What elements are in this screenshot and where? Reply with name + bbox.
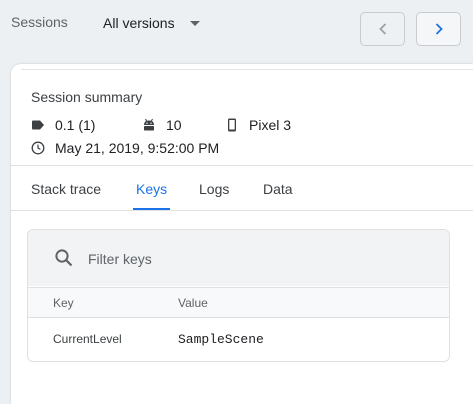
chevron-left-icon: [378, 22, 388, 36]
table-row: CurrentLevel SampleScene: [28, 318, 449, 361]
version-dropdown[interactable]: All versions: [103, 12, 200, 34]
value-column-header: Value: [178, 296, 208, 310]
clock-icon: [31, 141, 45, 155]
keys-table: Key Value CurrentLevel SampleScene: [27, 229, 450, 362]
caret-down-icon: [189, 21, 200, 26]
search-icon: [54, 248, 74, 273]
version-dropdown-value: All versions: [103, 15, 175, 31]
previous-session-button[interactable]: [360, 12, 405, 46]
session-timestamp-value: May 21, 2019, 9:52:00 PM: [55, 140, 220, 156]
key-column-header: Key: [53, 296, 74, 310]
table-header: Key Value: [28, 287, 449, 318]
divider: [11, 210, 473, 211]
session-card: Session summary 0.1 (1) 10 Pixel 3 May 2…: [11, 64, 473, 404]
key-cell: CurrentLevel: [53, 332, 122, 346]
android-version-value: 10: [166, 117, 182, 133]
session-tabs: Stack trace Keys Logs Data: [11, 166, 473, 210]
value-cell: SampleScene: [178, 332, 264, 347]
next-session-button[interactable]: [416, 12, 461, 46]
app-version: 0.1 (1): [31, 117, 95, 133]
filter-bar: [28, 230, 449, 286]
tab-stack-trace[interactable]: Stack trace: [31, 181, 101, 197]
card-divider: [21, 69, 473, 70]
tab-data[interactable]: Data: [263, 181, 293, 197]
device-model: Pixel 3: [225, 117, 291, 133]
device-model-value: Pixel 3: [249, 117, 292, 133]
chevron-right-icon: [434, 22, 444, 36]
label-tag-icon: [31, 118, 45, 132]
tab-keys[interactable]: Keys: [136, 181, 167, 197]
session-timestamp: May 21, 2019, 9:52:00 PM: [31, 140, 219, 156]
sessions-label: Sessions: [11, 14, 68, 30]
phone-icon: [225, 118, 239, 132]
android-icon: [142, 118, 156, 132]
android-version: 10: [142, 117, 182, 133]
filter-keys-input[interactable]: [86, 246, 430, 272]
tab-logs[interactable]: Logs: [199, 181, 229, 197]
session-summary-title: Session summary: [31, 89, 143, 105]
top-bar: Sessions All versions: [0, 0, 473, 62]
app-version-value: 0.1 (1): [55, 117, 96, 133]
